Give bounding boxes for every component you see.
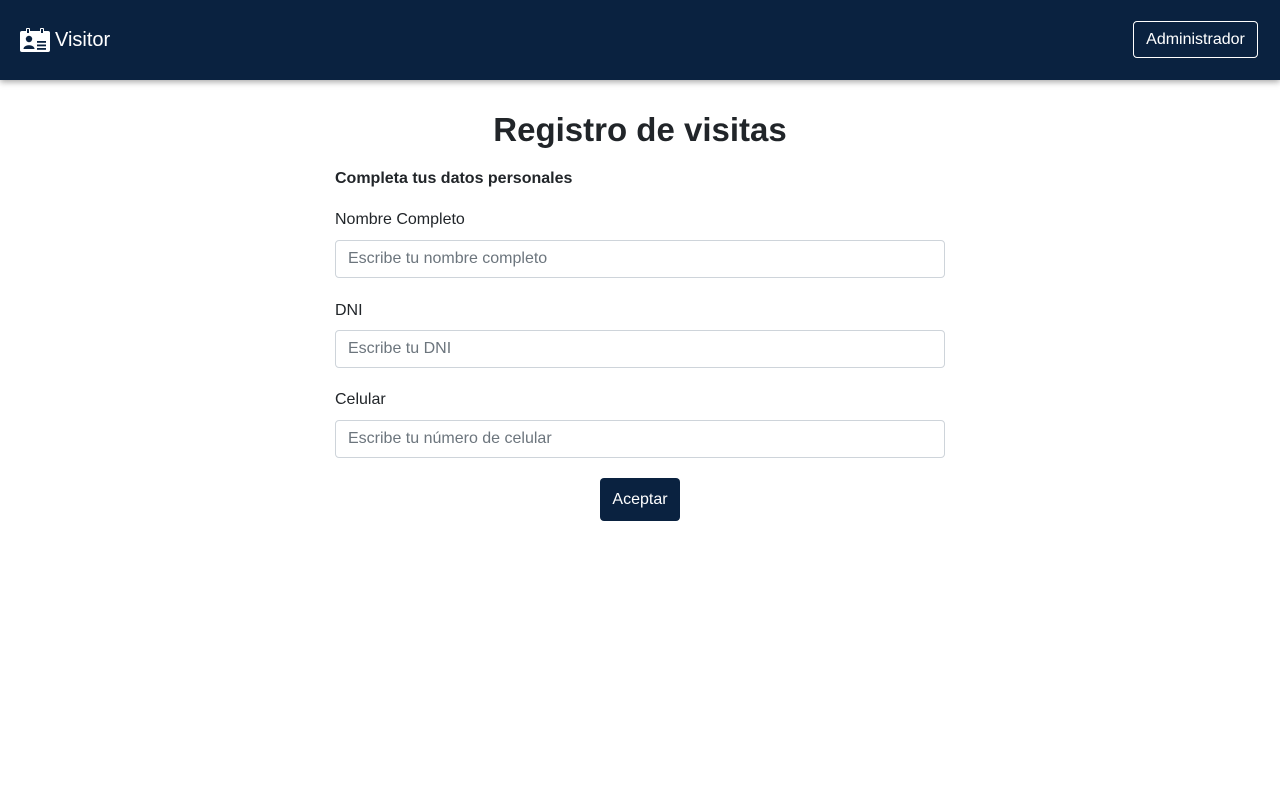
top-navbar: Visitor Administrador — [0, 0, 1280, 80]
dni-label: DNI — [335, 302, 363, 319]
page-title: Registro de visitas — [493, 111, 787, 148]
phone-label: Celular — [335, 391, 386, 408]
phone-input[interactable] — [335, 420, 945, 458]
administrator-button[interactable]: Administrador — [1133, 21, 1258, 58]
full-name-label: Nombre Completo — [335, 211, 465, 228]
full-name-input[interactable] — [335, 240, 945, 278]
dni-input[interactable] — [335, 330, 945, 368]
brand-name: Visitor — [55, 28, 111, 51]
id-card-icon — [20, 28, 50, 52]
section-title: Completa tus datos personales — [335, 170, 573, 187]
brand-link[interactable]: Visitor — [20, 27, 110, 53]
accept-button[interactable]: Aceptar — [600, 478, 680, 521]
